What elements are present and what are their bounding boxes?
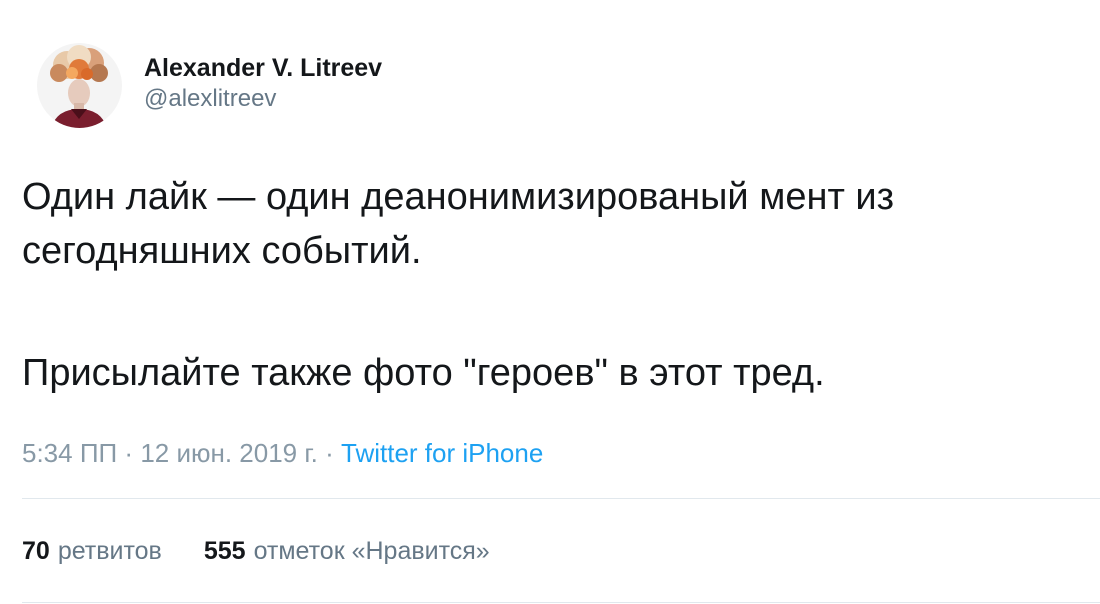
tweet-stats: 70 ретвитов 555 отметок «Нравится» bbox=[22, 534, 490, 568]
tweet-meta: 5:34 ПП · 12 июн. 2019 г. · Twitter for … bbox=[22, 436, 543, 470]
likes-stat[interactable]: 555 отметок «Нравится» bbox=[204, 534, 490, 568]
tweet-text-line: Один лайк — один деанонимизированый мент… bbox=[22, 176, 895, 218]
avatar-image bbox=[37, 43, 122, 128]
meta-separator: · bbox=[117, 438, 141, 468]
tweet-text: Один лайк — один деанонимизированый мент… bbox=[22, 170, 1082, 400]
tweet-header: Alexander V. Litreev @alexlitreev bbox=[37, 38, 382, 133]
likes-count: 555 bbox=[203, 537, 246, 565]
tweet-time[interactable]: 5:34 ПП bbox=[22, 438, 117, 468]
retweets-count: 70 bbox=[22, 537, 50, 565]
divider bbox=[22, 498, 1100, 499]
author-handle[interactable]: @alexlitreev bbox=[144, 84, 382, 114]
tweet-date[interactable]: 12 июн. 2019 г. bbox=[140, 438, 318, 468]
tweet-text-line: Присылайте также фото "героев" в этот тр… bbox=[22, 352, 825, 394]
author-names: Alexander V. Litreev @alexlitreev bbox=[144, 52, 382, 114]
avatar[interactable] bbox=[37, 43, 122, 128]
tweet-card: Alexander V. Litreev @alexlitreev Один л… bbox=[0, 0, 1100, 604]
tweet-source-link[interactable]: Twitter for iPhone bbox=[341, 438, 543, 468]
tweet-text-line: сегодняшних событий. bbox=[22, 230, 422, 272]
retweets-label: ретвитов bbox=[57, 537, 162, 565]
divider bbox=[22, 602, 1100, 603]
likes-label: отметок «Нравится» bbox=[253, 537, 490, 565]
meta-separator: · bbox=[317, 438, 341, 468]
author-display-name[interactable]: Alexander V. Litreev bbox=[144, 52, 382, 84]
retweets-stat[interactable]: 70 ретвитов bbox=[22, 534, 162, 568]
